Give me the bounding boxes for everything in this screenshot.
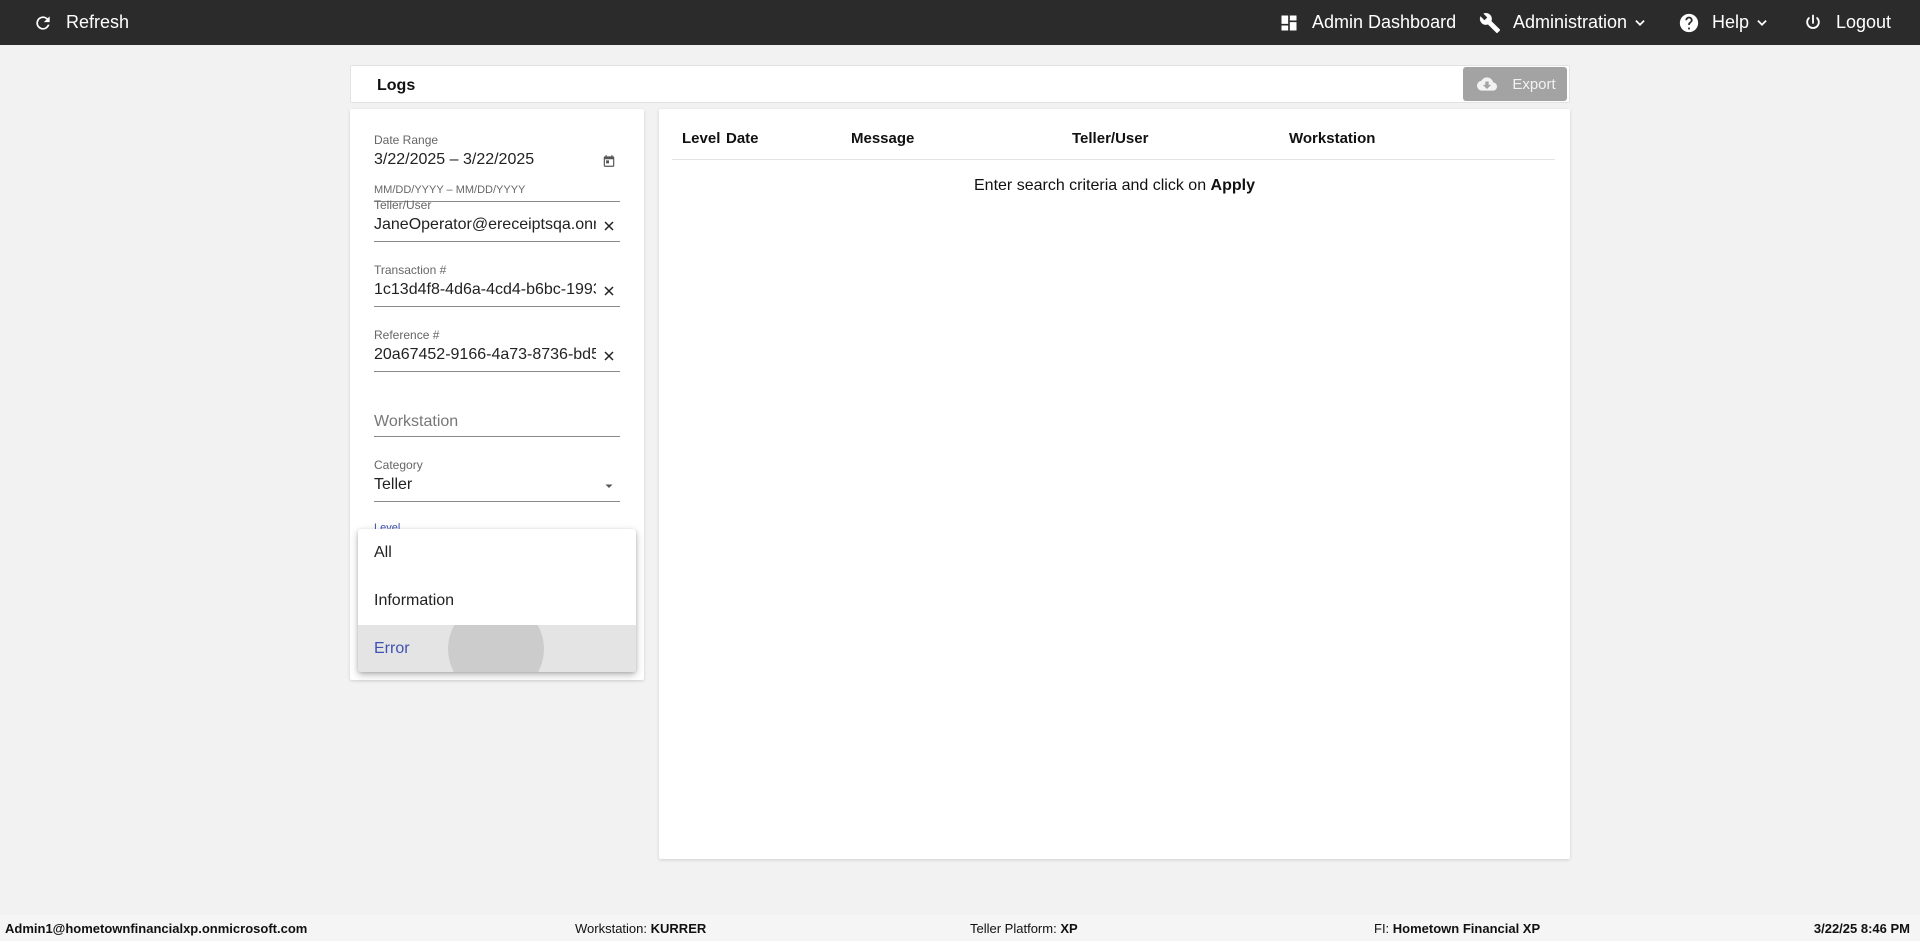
transaction-underline	[374, 306, 620, 307]
header-divider	[672, 159, 1555, 160]
export-button[interactable]: Export	[1463, 67, 1567, 101]
help-label: Help	[1712, 12, 1750, 32]
category-value[interactable]: Teller	[374, 476, 574, 494]
chevron-down-icon	[1633, 16, 1647, 30]
date-range-label: Date Range	[374, 133, 439, 147]
teller-user-input[interactable]: JaneOperator@ereceiptsqa.onmicrosoft.com	[374, 216, 596, 234]
category-select[interactable]: Category Teller	[374, 458, 620, 506]
status-platform-value: XP	[1060, 921, 1078, 936]
dashboard-icon	[1278, 12, 1300, 34]
workstation-input[interactable]: Workstation	[374, 413, 458, 431]
transaction-label: Transaction #	[374, 263, 447, 277]
administration-menu[interactable]: Administration	[1479, 0, 1647, 45]
column-header-teller-user[interactable]: Teller/User	[1072, 130, 1148, 147]
column-header-message[interactable]: Message	[851, 130, 914, 147]
results-panel: Level Date Message Teller/User Workstati…	[659, 109, 1570, 859]
logout-label: Logout	[1836, 12, 1892, 32]
help-icon	[1678, 12, 1700, 34]
refresh-label: Refresh	[66, 12, 130, 32]
status-platform-label: Teller Platform:	[970, 921, 1057, 936]
reference-underline	[374, 371, 620, 372]
status-workstation-label: Workstation:	[575, 921, 648, 936]
status-workstation: Workstation: KURRER	[575, 921, 706, 936]
logout-button[interactable]: Logout	[1802, 0, 1891, 45]
status-user-value: Admin1@hometownfinancialxp.onmicrosoft.c…	[5, 921, 308, 936]
empty-state-text: Enter search criteria and click on	[974, 177, 1211, 194]
clear-icon[interactable]	[602, 349, 616, 363]
cloud-download-icon	[1474, 74, 1500, 94]
column-header-level[interactable]: Level	[682, 130, 720, 147]
page-title: Logs	[377, 77, 416, 94]
status-bar: Admin1@hometownfinancialxp.onmicrosoft.c…	[0, 915, 1920, 941]
level-option-all[interactable]: All	[358, 529, 636, 577]
date-range-value[interactable]: 3/22/2025 – 3/22/2025	[374, 151, 594, 169]
date-range-field[interactable]: Date Range 3/22/2025 – 3/22/2025	[374, 133, 620, 202]
reference-field[interactable]: Reference # 20a67452-9166-4a73-8736-bd5	[374, 328, 620, 376]
column-header-workstation[interactable]: Workstation	[1289, 130, 1375, 147]
category-label: Category	[374, 458, 423, 472]
ripple-effect	[448, 625, 544, 672]
level-option-error-label: Error	[374, 640, 410, 657]
empty-state-message: Enter search criteria and click on Apply	[659, 177, 1570, 195]
status-datetime-value: 3/22/25 8:46 PM	[1813, 921, 1910, 936]
status-fi-label: FI:	[1374, 921, 1390, 936]
column-header-date[interactable]: Date	[726, 130, 759, 147]
status-fi: FI: Hometown Financial XP	[1374, 921, 1540, 936]
teller-user-field[interactable]: Teller/User JaneOperator@ereceiptsqa.onm…	[374, 198, 620, 246]
dropdown-arrow-icon[interactable]	[602, 479, 616, 493]
logs-header: Logs Export	[350, 65, 1570, 103]
admin-dashboard-label: Admin Dashboard	[1312, 12, 1457, 32]
admin-dashboard-link[interactable]: Admin Dashboard	[1278, 0, 1456, 45]
wrench-icon	[1479, 12, 1501, 34]
status-fi-value: Hometown Financial XP	[1392, 921, 1541, 936]
status-platform: Teller Platform: XP	[970, 921, 1078, 936]
chevron-down-icon	[1755, 16, 1769, 30]
transaction-field[interactable]: Transaction # 1c13d4f8-4d6a-4cd4-b6bc-19…	[374, 263, 620, 311]
transaction-input[interactable]: 1c13d4f8-4d6a-4cd4-b6bc-1993	[374, 281, 596, 299]
clear-icon[interactable]	[602, 219, 616, 233]
administration-label: Administration	[1513, 12, 1628, 32]
empty-state-apply: Apply	[1210, 177, 1255, 194]
level-option-error[interactable]: Error	[358, 625, 636, 672]
refresh-button[interactable]: Refresh	[32, 0, 129, 45]
teller-user-label: Teller/User	[374, 198, 432, 212]
status-workstation-value: KURRER	[650, 921, 707, 936]
clear-icon[interactable]	[602, 284, 616, 298]
date-range-hint: MM/DD/YYYY – MM/DD/YYYY	[374, 184, 526, 196]
power-icon	[1802, 12, 1824, 34]
status-datetime: 3/22/25 8:46 PM	[1814, 921, 1910, 936]
category-underline	[374, 501, 620, 502]
teller-user-underline	[374, 241, 620, 242]
level-dropdown-menu: All Information Error	[358, 529, 636, 672]
workstation-field[interactable]: Workstation	[374, 409, 620, 449]
help-menu[interactable]: Help	[1678, 0, 1769, 45]
calendar-icon[interactable]	[602, 154, 616, 168]
top-nav-bar: Refresh Admin Dashboard Administration H…	[0, 0, 1920, 45]
status-user: Admin1@hometownfinancialxp.onmicrosoft.c…	[5, 921, 307, 936]
refresh-icon	[32, 12, 54, 34]
workstation-underline	[374, 436, 620, 437]
export-label: Export	[1512, 75, 1556, 93]
reference-label: Reference #	[374, 328, 440, 342]
level-option-information[interactable]: Information	[358, 577, 636, 625]
reference-input[interactable]: 20a67452-9166-4a73-8736-bd5	[374, 346, 596, 364]
